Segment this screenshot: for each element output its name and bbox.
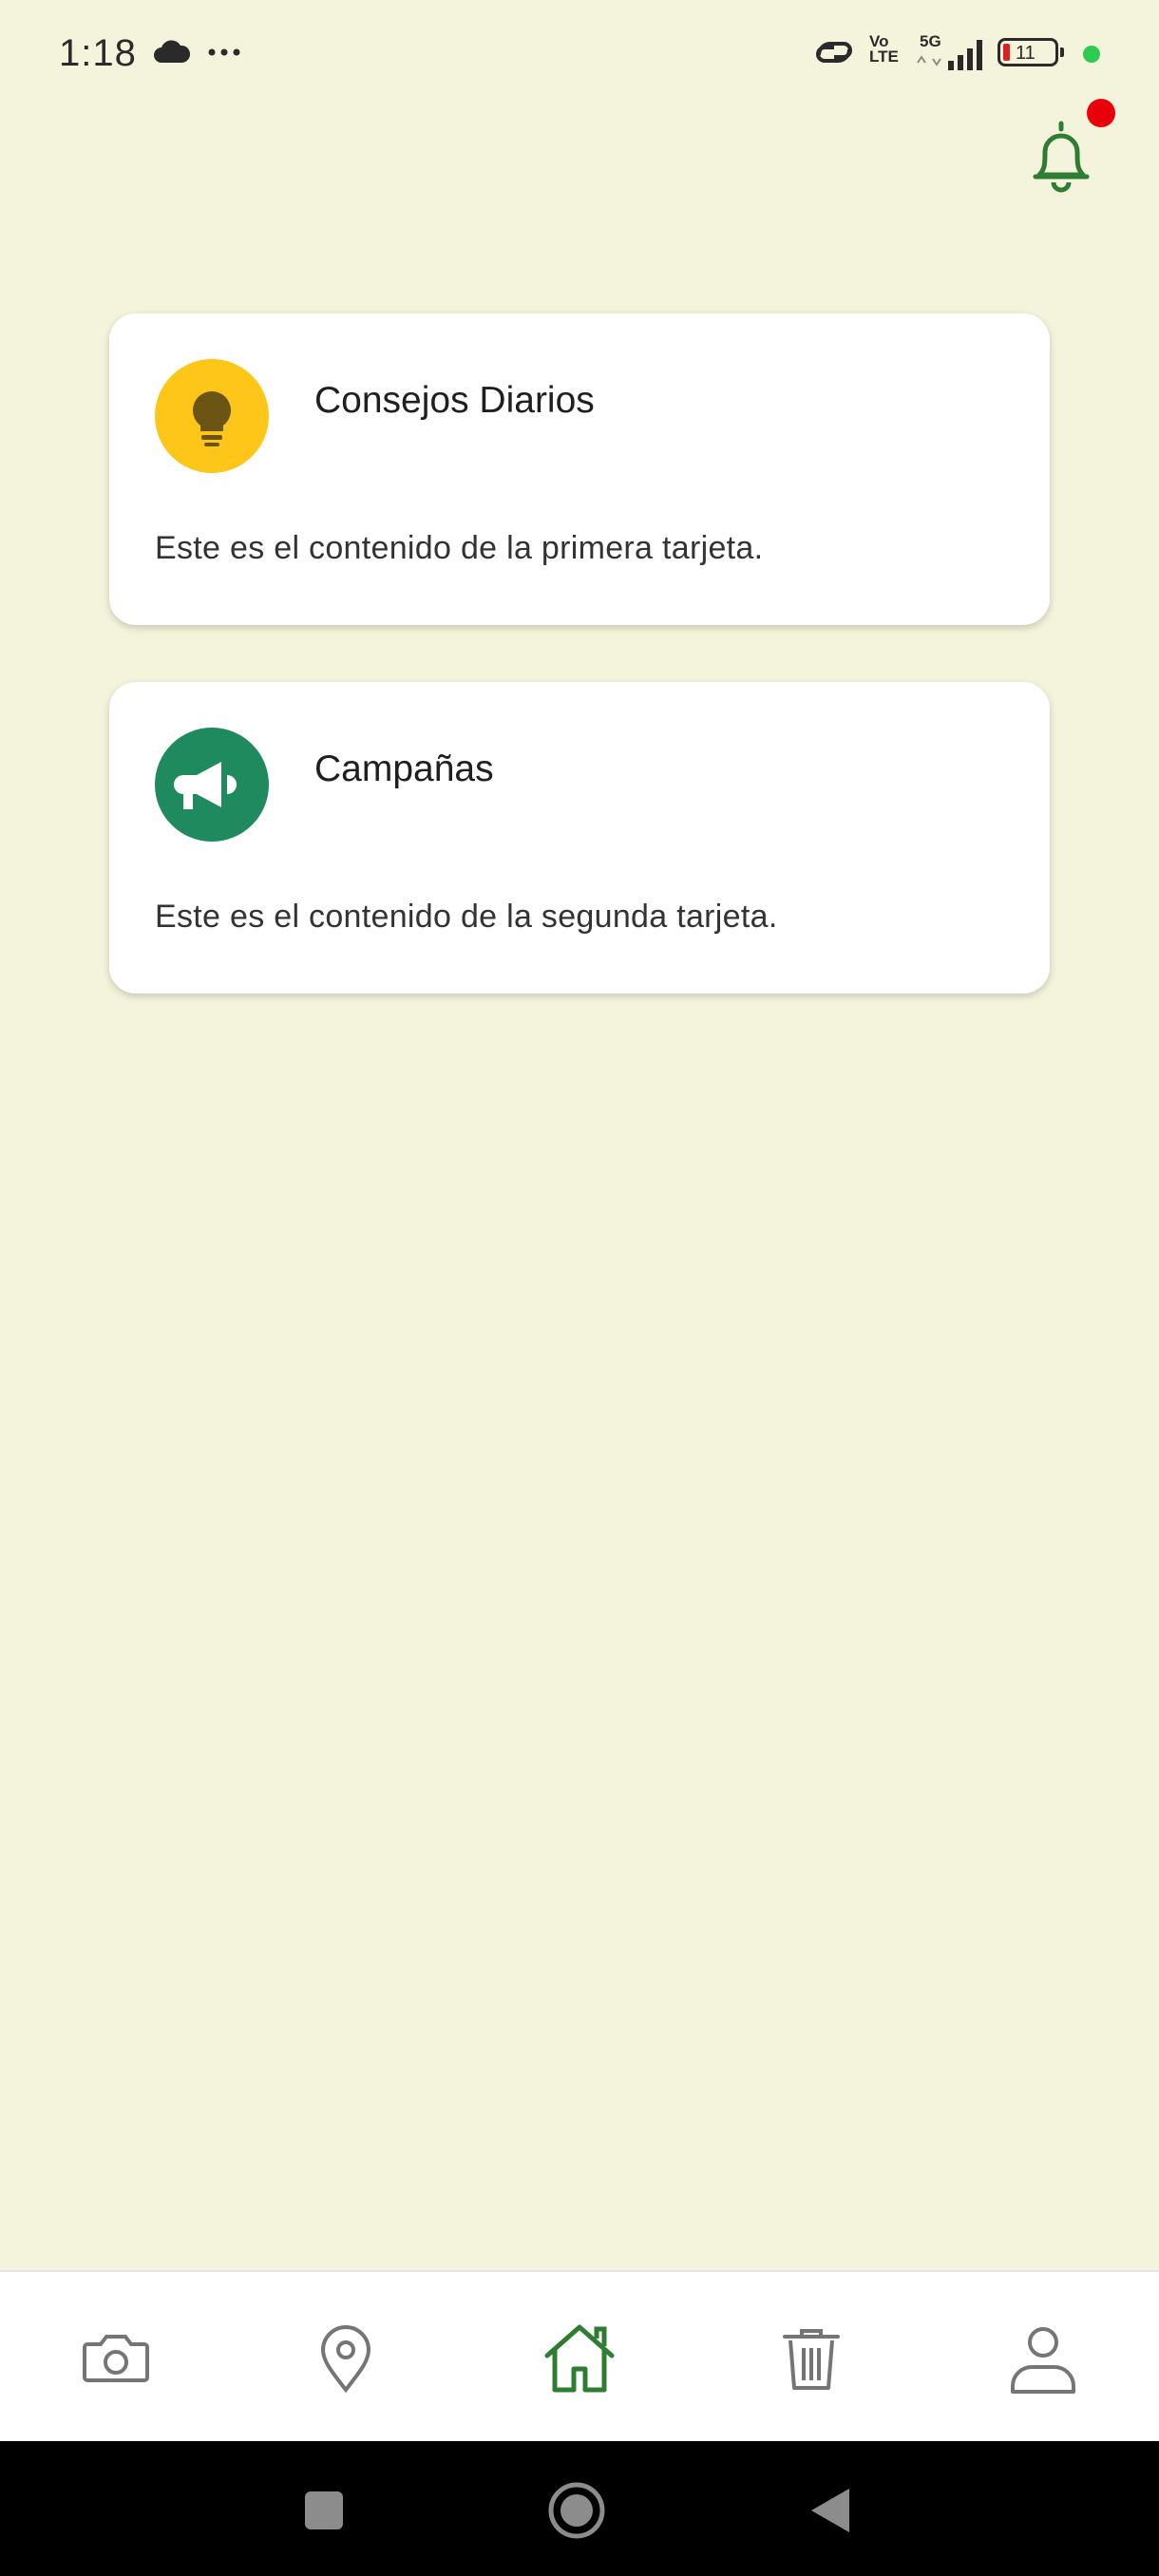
nav-trash[interactable] — [764, 2310, 859, 2405]
home-circle-icon — [548, 2482, 605, 2539]
cloud-icon — [154, 40, 190, 63]
status-time: 1:18 — [59, 32, 137, 74]
nav-location[interactable] — [298, 2310, 393, 2405]
home-icon — [544, 2324, 615, 2393]
card-icon-circle — [155, 359, 269, 473]
back-button[interactable] — [798, 2477, 864, 2544]
card-campanas[interactable]: Campañas Este es el contenido de la segu… — [109, 682, 1050, 994]
card-title: Campañas — [314, 748, 494, 789]
battery-fill — [1003, 44, 1010, 61]
card-body: Este es el contenido de la segunda tarje… — [155, 899, 778, 935]
camera-icon — [83, 2335, 149, 2382]
nav-camera[interactable] — [68, 2310, 163, 2405]
volte-label: Vo LTE — [869, 32, 899, 66]
card-icon-circle — [155, 728, 269, 842]
back-triangle-icon — [811, 2489, 849, 2532]
card-body: Este es el contenido de la primera tarje… — [155, 530, 764, 566]
signal-icon — [917, 40, 982, 70]
card-title: Consejos Diarios — [314, 380, 595, 421]
hotspot-icon — [816, 42, 852, 63]
recents-button[interactable] — [291, 2477, 357, 2544]
location-pin-icon — [320, 2325, 371, 2394]
bell-icon — [1033, 121, 1090, 193]
megaphone-icon — [174, 762, 237, 809]
recents-icon — [305, 2491, 343, 2529]
home-system-button[interactable] — [543, 2477, 610, 2544]
status-bar: 1:18 Vo LTE 5G 11 — [0, 0, 1159, 104]
nav-profile[interactable] — [996, 2310, 1091, 2405]
lightbulb-icon — [193, 391, 231, 446]
trash-icon — [783, 2329, 840, 2390]
privacy-indicator-dot — [1083, 46, 1100, 63]
system-navigation-bar — [0, 2441, 1159, 2576]
battery-level: 11 — [1016, 43, 1036, 64]
card-consejos-diarios[interactable]: Consejos Diarios Este es el contenido de… — [109, 313, 1050, 625]
notification-badge — [1087, 99, 1115, 127]
more-dots-icon — [208, 48, 240, 56]
battery-icon: 11 — [998, 38, 1064, 66]
nav-home[interactable] — [532, 2310, 627, 2405]
user-icon — [1011, 2327, 1075, 2394]
notifications-button[interactable] — [1018, 114, 1104, 199]
bottom-navigation — [0, 2270, 1159, 2441]
